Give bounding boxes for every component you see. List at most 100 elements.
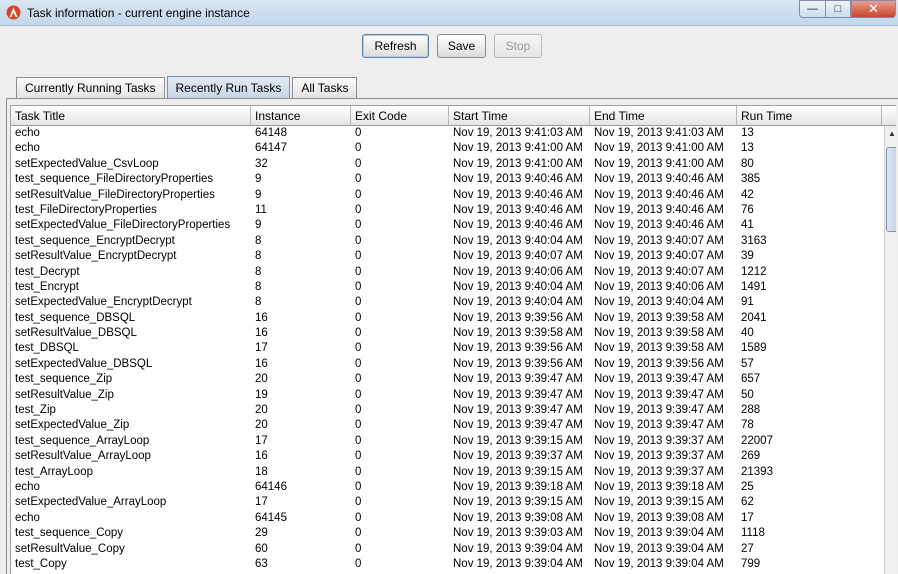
tab-currently-running-tasks[interactable]: Currently Running Tasks [16, 77, 165, 98]
table-row[interactable]: setExpectedValue_EncryptDecrypt 8 0 Nov 19,… [11, 295, 882, 310]
exit-code-cell: 0 [355, 342, 362, 355]
table-row[interactable]: test_sequence_ArrayLoop 17 0 Nov 19, 2013 9… [11, 434, 882, 449]
start-time-cell: Nov 19, 2013 9:41:03 AM [453, 127, 583, 139]
end-time-cell: Nov 19, 2013 9:39:04 AM [594, 527, 724, 540]
table-row[interactable]: test_DBSQL 17 0 Nov 19, 2013 9:39:56 AM Nov … [11, 341, 882, 356]
exit-code-cell: 0 [355, 296, 362, 309]
table-row[interactable]: test_sequence_DBSQL 16 0 Nov 19, 2013 9:39:… [11, 311, 882, 326]
exit-code-cell: 0 [355, 373, 362, 386]
task-title-cell: test_sequence_EncryptDecrypt [15, 234, 175, 247]
table-row[interactable]: test_sequence_Zip 20 0 Nov 19, 2013 9:39:47… [11, 372, 882, 387]
instance-cell: 17 [255, 434, 268, 447]
start-time-cell: Nov 19, 2013 9:40:04 AM [453, 234, 583, 247]
column-header-start-time[interactable]: Start Time [449, 106, 590, 126]
exit-code-cell: 0 [355, 203, 362, 216]
table-row[interactable]: setExpectedValue_DBSQL 16 0 Nov 19, 2013 9:… [11, 357, 882, 372]
end-time-cell: Nov 19, 2013 9:39:47 AM [594, 419, 724, 432]
end-time-cell: Nov 19, 2013 9:40:46 AM [594, 188, 724, 201]
exit-code-cell: 0 [355, 434, 362, 447]
column-header-end-time[interactable]: End Time [590, 106, 737, 126]
run-time-cell: 385 [741, 173, 761, 186]
toolbar: Refresh Save Stop [0, 26, 898, 68]
tab-recently-run-tasks[interactable]: Recently Run Tasks [166, 76, 291, 98]
column-header-instance[interactable]: Instance [251, 106, 351, 126]
run-time-cell: 3163 [741, 234, 767, 247]
title-bar[interactable]: Task information - current engine instan… [0, 0, 898, 26]
start-time-cell: Nov 19, 2013 9:41:00 AM [453, 157, 583, 170]
task-title-cell: echo [15, 127, 40, 139]
end-time-cell: Nov 19, 2013 9:39:04 AM [594, 557, 724, 570]
task-title-cell: setExpectedValue_ArrayLoop [15, 496, 167, 509]
table-row[interactable]: test_Decrypt 8 0 Nov 19, 2013 9:40:06 AM Nov… [11, 265, 882, 280]
table-row[interactable]: test_FileDirectoryProperties 11 0 Nov 19, 2… [11, 203, 882, 218]
end-time-cell: Nov 19, 2013 9:39:15 AM [594, 496, 724, 509]
vertical-scrollbar[interactable]: ▲ [884, 126, 896, 574]
close-button[interactable]: ✕ [851, 0, 896, 18]
run-time-cell: 50 [741, 388, 754, 401]
table-row[interactable]: echo 64145 0 Nov 19, 2013 9:39:08 AM Nov 19,… [11, 511, 882, 526]
table-row[interactable]: test_ArrayLoop 18 0 Nov 19, 2013 9:39:15 AM… [11, 465, 882, 480]
task-title-cell: setResultValue_EncryptDecrypt [15, 250, 177, 263]
table-row[interactable]: echo 64147 0 Nov 19, 2013 9:41:00 AM Nov 19,… [11, 141, 882, 156]
table-row[interactable]: test_sequence_EncryptDecrypt 8 0 Nov 19, 20… [11, 234, 882, 249]
task-title-cell: setExpectedValue_CsvLoop [15, 157, 159, 170]
exit-code-cell: 0 [355, 480, 362, 493]
task-title-cell: test_ArrayLoop [15, 465, 93, 478]
table-row[interactable]: setResultValue_ArrayLoop 16 0 Nov 19, 2013 … [11, 449, 882, 464]
start-time-cell: Nov 19, 2013 9:39:18 AM [453, 480, 583, 493]
run-time-cell: 41 [741, 219, 754, 232]
task-title-cell: setResultValue_DBSQL [15, 327, 137, 340]
column-header-task-title[interactable]: Task Title [11, 106, 251, 126]
start-time-cell: Nov 19, 2013 9:39:04 AM [453, 542, 583, 555]
run-time-cell: 1589 [741, 342, 767, 355]
instance-cell: 64148 [255, 127, 287, 139]
tasks-table: Task Title Instance Exit Code Start Time… [10, 105, 896, 574]
table-row[interactable]: setResultValue_Copy 60 0 Nov 19, 2013 9:39:… [11, 542, 882, 557]
table-row[interactable]: test_Encrypt 8 0 Nov 19, 2013 9:40:04 AM Nov… [11, 280, 882, 295]
run-time-cell: 25 [741, 480, 754, 493]
instance-cell: 64146 [255, 480, 287, 493]
exit-code-cell: 0 [355, 188, 362, 201]
instance-cell: 8 [255, 234, 262, 247]
column-header-exit-code[interactable]: Exit Code [351, 106, 449, 126]
task-title-cell: test_DBSQL [15, 342, 79, 355]
table-row[interactable]: setResultValue_EncryptDecrypt 8 0 Nov 19, 2… [11, 249, 882, 264]
start-time-cell: Nov 19, 2013 9:39:47 AM [453, 388, 583, 401]
column-header-run-time[interactable]: Run Time [737, 106, 882, 126]
table-row[interactable]: setExpectedValue_CsvLoop 32 0 Nov 19, 2013 … [11, 157, 882, 172]
table-row[interactable]: test_Copy 63 0 Nov 19, 2013 9:39:04 AM Nov 1… [11, 557, 882, 572]
end-time-cell: Nov 19, 2013 9:40:07 AM [594, 234, 724, 247]
table-row[interactable]: echo 64146 0 Nov 19, 2013 9:39:18 AM Nov 19,… [11, 480, 882, 495]
maximize-button[interactable]: □ [825, 0, 851, 18]
instance-cell: 8 [255, 296, 262, 309]
end-time-cell: Nov 19, 2013 9:40:46 AM [594, 203, 724, 216]
task-title-cell: echo [15, 142, 40, 155]
scroll-up-arrow-icon[interactable]: ▲ [885, 126, 896, 141]
table-row[interactable]: setExpectedValue_FileDirectoryProperties… [11, 218, 882, 233]
minimize-button[interactable]: — [799, 0, 825, 18]
tab-all-tasks[interactable]: All Tasks [292, 77, 358, 98]
end-time-cell: Nov 19, 2013 9:39:04 AM [594, 542, 724, 555]
table-row[interactable]: setExpectedValue_ArrayLoop 17 0 Nov 19, 201… [11, 495, 882, 510]
table-row[interactable]: test_sequence_FileDirectoryProperties 9 0 N… [11, 172, 882, 187]
table-row[interactable]: setResultValue_DBSQL 16 0 Nov 19, 2013 9:39… [11, 326, 882, 341]
table-row[interactable]: echo 64148 0 Nov 19, 2013 9:41:03 AM Nov 19,… [11, 126, 882, 141]
run-time-cell: 1118 [741, 527, 765, 540]
scroll-thumb[interactable] [886, 147, 896, 232]
run-time-cell: 27 [741, 542, 754, 555]
exit-code-cell: 0 [355, 527, 362, 540]
start-time-cell: Nov 19, 2013 9:39:15 AM [453, 434, 583, 447]
end-time-cell: Nov 19, 2013 9:39:56 AM [594, 357, 724, 370]
table-row[interactable]: setResultValue_FileDirectoryProperties 9 0… [11, 188, 882, 203]
table-row[interactable]: test_Zip 20 0 Nov 19, 2013 9:39:47 AM Nov 19… [11, 403, 882, 418]
table-row[interactable]: test_sequence_Copy 29 0 Nov 19, 2013 9:39:0… [11, 526, 882, 541]
table-row[interactable]: setExpectedValue_Zip 20 0 Nov 19, 2013 9:39… [11, 418, 882, 433]
end-time-cell: Nov 19, 2013 9:39:47 AM [594, 388, 724, 401]
run-time-cell: 1491 [741, 280, 767, 293]
refresh-button[interactable]: Refresh [362, 34, 429, 58]
run-time-cell: 799 [741, 557, 761, 570]
save-button[interactable]: Save [437, 34, 486, 58]
start-time-cell: Nov 19, 2013 9:39:03 AM [453, 527, 583, 540]
table-row[interactable]: setResultValue_Zip 19 0 Nov 19, 2013 9:39:4… [11, 388, 882, 403]
minimize-icon: — [807, 3, 818, 15]
